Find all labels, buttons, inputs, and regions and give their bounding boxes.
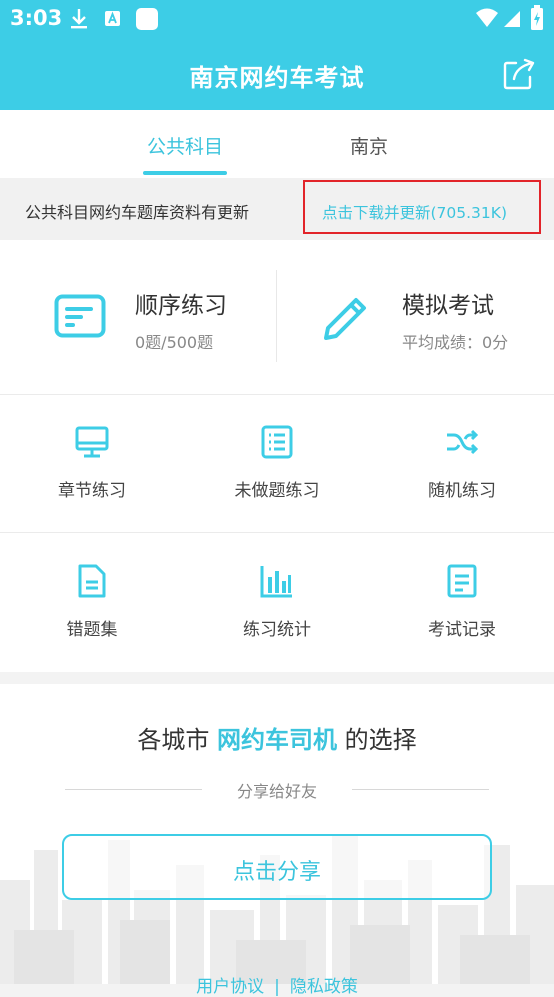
tab-nanjing[interactable]: 南京 xyxy=(309,132,429,159)
list-doc-icon xyxy=(261,425,293,459)
promo-title-suffix: 的选择 xyxy=(344,726,417,754)
wrong-questions-button[interactable]: 错题集 xyxy=(0,533,184,671)
unanswered-practice-label: 未做题练习 xyxy=(234,481,320,501)
page-title: 南京网约车考试 xyxy=(189,64,365,92)
promo-subtitle: 分享给好友 xyxy=(236,782,317,801)
download-update-link[interactable]: 点击下载并更新(705.31K) xyxy=(303,180,541,234)
active-tab-indicator xyxy=(143,171,227,175)
download-icon xyxy=(71,9,87,29)
bar-chart-icon xyxy=(260,566,292,598)
random-practice-label: 随机练习 xyxy=(428,481,496,501)
list-card-icon xyxy=(54,294,106,338)
keyboard-a-icon xyxy=(105,11,120,26)
user-agreement-link[interactable]: 用户协议 xyxy=(196,977,264,997)
card-divider xyxy=(276,270,277,362)
record-icon xyxy=(447,564,477,598)
function-grid: 章节练习 未做题练习 随机练习 错题集 练习统计 考试记录 xyxy=(0,394,554,672)
practice-stats-label: 练习统计 xyxy=(243,620,311,640)
practice-stats-button[interactable]: 练习统计 xyxy=(185,533,369,671)
status-time: 3:03 xyxy=(10,6,63,30)
wifi-icon xyxy=(476,8,498,27)
shuffle-icon xyxy=(447,429,479,455)
footer-links: 用户协议 | 隐私政策 xyxy=(0,972,554,997)
mock-exam-average: 平均成绩：0分 xyxy=(402,333,509,352)
share-icon[interactable] xyxy=(502,57,536,91)
download-update-label: 点击下载并更新(705.31K) xyxy=(322,204,507,222)
sequential-practice-title: 顺序练习 xyxy=(135,293,227,319)
promo-title: 各城市 网约车司机 的选择 xyxy=(0,720,554,755)
chapter-practice-button[interactable]: 章节练习 xyxy=(0,394,184,532)
promo-title-prefix: 各城市 xyxy=(137,726,210,754)
exam-records-button[interactable]: 考试记录 xyxy=(370,533,554,671)
app-notification-icon xyxy=(136,8,158,30)
pencil-icon xyxy=(324,298,366,340)
sequential-practice-progress: 0题/500题 xyxy=(135,333,214,352)
chapter-practice-label: 章节练习 xyxy=(58,481,126,501)
wrong-questions-label: 错题集 xyxy=(66,620,118,640)
privacy-policy-link[interactable]: 隐私政策 xyxy=(290,977,358,997)
share-button-label: 点击分享 xyxy=(232,860,321,885)
mock-exam-title: 模拟考试 xyxy=(402,293,494,319)
footer-separator: | xyxy=(274,977,280,997)
exam-records-label: 考试记录 xyxy=(428,620,496,640)
status-bar: 3:03 xyxy=(0,0,554,38)
update-notice-text: 公共科目网约车题库资料有更新 xyxy=(25,203,250,222)
unanswered-practice-button[interactable]: 未做题练习 xyxy=(185,394,369,532)
battery-icon xyxy=(531,5,543,30)
tab-bar: 公共科目 南京 xyxy=(0,110,554,178)
signal-icon xyxy=(504,11,520,27)
share-button[interactable]: 点击分享 xyxy=(62,834,492,900)
document-icon xyxy=(78,564,106,598)
promo-title-highlight: 网约车司机 xyxy=(217,726,337,754)
monitor-icon xyxy=(75,426,109,458)
random-practice-button[interactable]: 随机练习 xyxy=(370,394,554,532)
tab-public-subject[interactable]: 公共科目 xyxy=(125,132,245,159)
